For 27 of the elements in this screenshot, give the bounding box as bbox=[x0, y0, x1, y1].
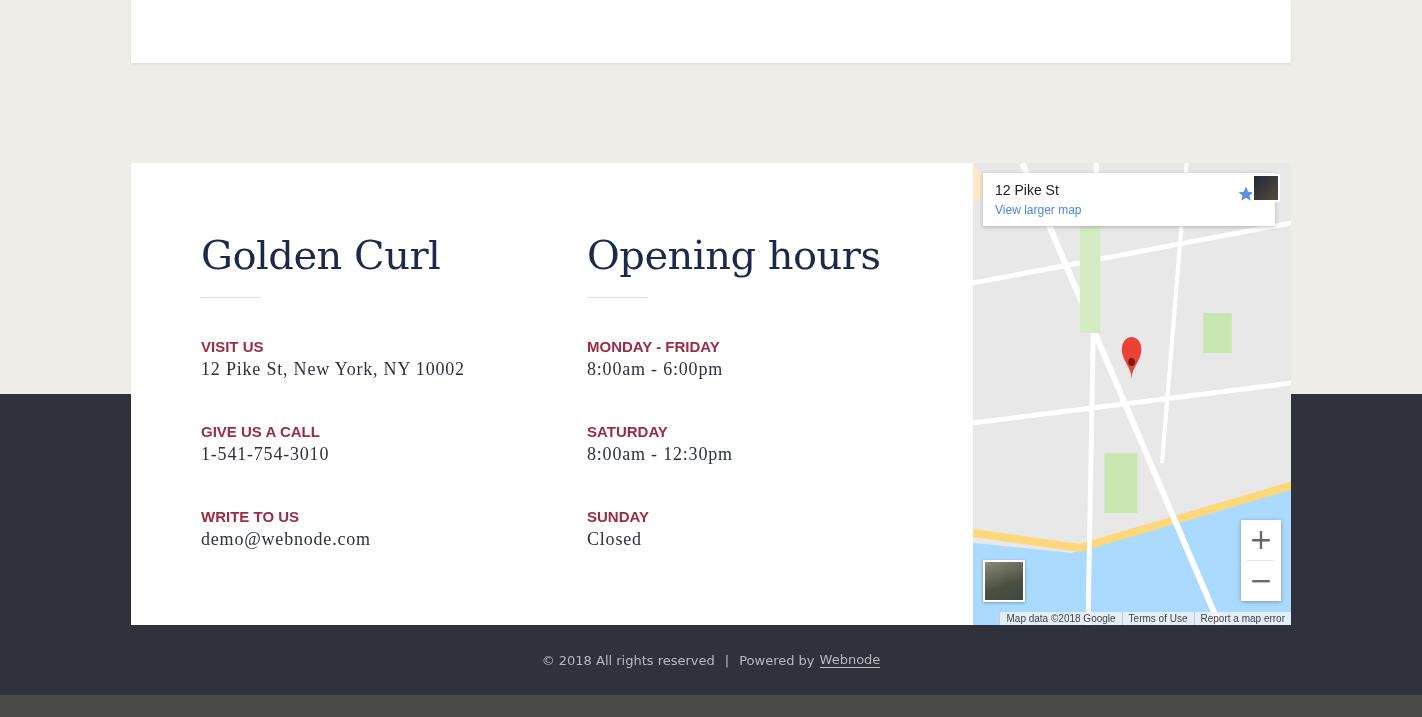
info-label: WRITE TO US bbox=[201, 508, 301, 525]
copyright-text: © 2018 All rights reserved bbox=[541, 652, 715, 668]
info-value: 8:00am - 6:00pm bbox=[587, 359, 724, 380]
info-label: SUNDAY bbox=[587, 508, 650, 525]
info-label: VISIT US bbox=[201, 338, 265, 355]
satellite-view-button[interactable] bbox=[983, 560, 1025, 602]
info-value: 12 Pike St, New York, NY 10002 bbox=[201, 359, 466, 380]
place-name: 12 Pike St bbox=[995, 182, 1059, 198]
info-label: MONDAY - FRIDAY bbox=[587, 338, 721, 355]
powered-by-text: Powered by bbox=[739, 652, 815, 668]
zoom-out-button[interactable]: − bbox=[1241, 561, 1281, 601]
info-label: GIVE US A CALL bbox=[201, 423, 321, 440]
section-title: Golden Curl bbox=[201, 231, 442, 280]
attribution-link[interactable]: Terms of Use bbox=[1121, 612, 1194, 625]
separator: | bbox=[724, 652, 730, 668]
info-value: 1-541-754-3010 bbox=[201, 444, 331, 465]
info-value: 8:00am - 12:30pm bbox=[587, 444, 734, 465]
section-title: Opening hours bbox=[587, 231, 882, 280]
info-value: demo@webnode.com bbox=[201, 529, 372, 550]
webnode-link[interactable]: Webnode bbox=[819, 652, 881, 668]
attribution-link[interactable]: Report a map error bbox=[1193, 612, 1291, 625]
zoom-in-button[interactable]: + bbox=[1241, 520, 1281, 560]
info-label: SATURDAY bbox=[587, 423, 669, 440]
view-larger-map-link[interactable]: View larger map bbox=[995, 203, 1082, 217]
profile-thumbnail[interactable] bbox=[1252, 174, 1280, 202]
info-value: Closed bbox=[587, 529, 643, 550]
star-icon[interactable] bbox=[1237, 185, 1255, 203]
